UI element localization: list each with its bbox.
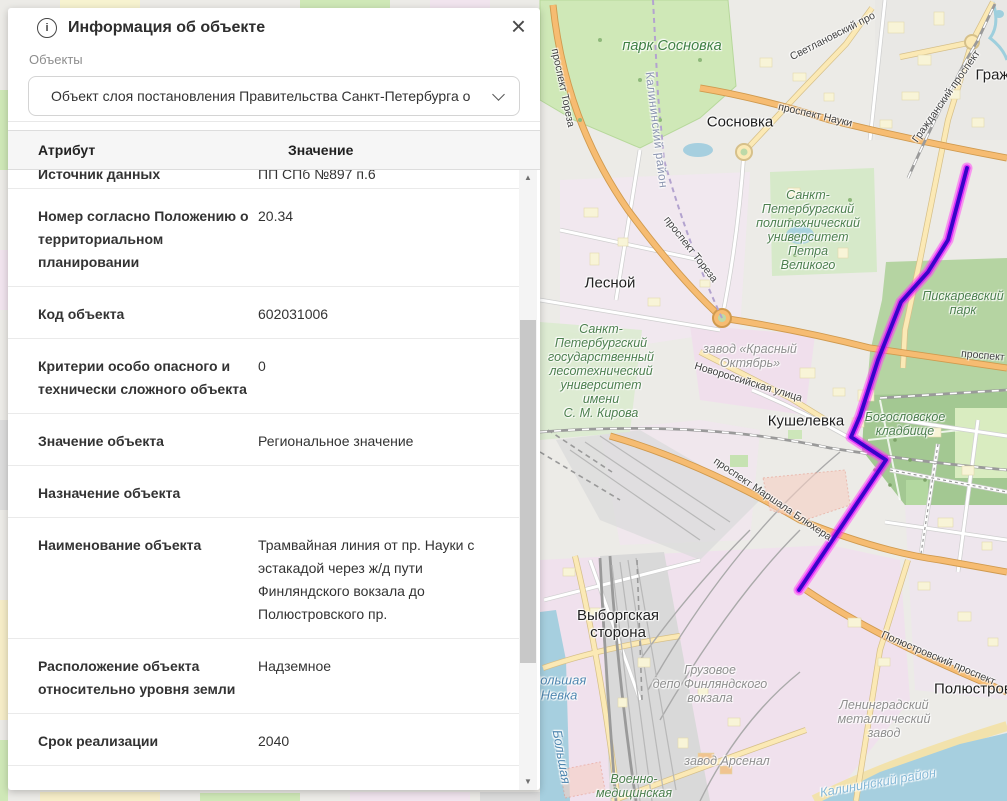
info-icon: i [37, 18, 57, 38]
scroll-up-icon[interactable]: ▲ [519, 170, 537, 186]
divider [8, 121, 540, 122]
table-row: Критерии особо опасного и технически сло… [8, 339, 519, 414]
close-icon[interactable]: × [511, 12, 526, 40]
chevron-down-icon [492, 88, 505, 101]
table-row: Назначение объекта [8, 466, 519, 518]
attribute-cell: Критерии особо опасного и технически сло… [8, 355, 258, 401]
table-row: Наименование объектаТрамвайная линия от … [8, 518, 519, 639]
attribute-cell: Код объекта [8, 303, 258, 326]
attribute-cell: Номер согласно Положению о территориальн… [8, 205, 258, 274]
table-row-clipped: Источник данныхПП СПб №897 п.6 [8, 170, 519, 189]
panel-title: Информация об объекте [68, 19, 265, 37]
layer-object-dropdown[interactable]: Объект слоя постановления Правительства … [28, 76, 520, 116]
attribute-cell: Источник данных [8, 170, 258, 188]
table-row: Номер согласно Положению о территориальн… [8, 189, 519, 287]
table-row: Срок реализации2040 [8, 714, 519, 766]
value-cell: 20.34 [258, 205, 519, 274]
object-info-panel: i Информация об объекте × Объекты Объект… [8, 8, 540, 790]
value-cell: Трамвайная линия от пр. Науки с эстакадо… [258, 534, 519, 626]
table-row: Расположение объекта относительно уровня… [8, 639, 519, 714]
value-cell: 0 [258, 355, 519, 401]
attribute-cell: Расположение объекта относительно уровня… [8, 655, 258, 701]
value-cell: 602031006 [258, 303, 519, 326]
scrollbar-thumb[interactable] [520, 320, 536, 663]
attribute-cell: Значение объекта [8, 430, 258, 453]
attribute-cell: Наименование объекта [8, 534, 258, 626]
value-cell [258, 482, 519, 505]
table-row: Код объекта602031006 [8, 287, 519, 339]
column-header-attribute: Атрибут [38, 131, 95, 169]
attribute-cell: Срок реализации [8, 730, 258, 753]
column-header-value: Значение [288, 131, 353, 169]
dropdown-value: Объект слоя постановления Правительства … [51, 77, 485, 115]
table-scrollbar[interactable]: ▲ ▼ [519, 170, 537, 790]
objects-label: Объекты [29, 52, 83, 67]
attribute-cell: Назначение объекта [8, 482, 258, 505]
value-cell: ПП СПб №897 п.6 [258, 170, 519, 188]
value-cell: Надземное [258, 655, 519, 701]
value-cell: Региональное значение [258, 430, 519, 453]
table-row: Значение объектаРегиональное значение [8, 414, 519, 466]
app-window: парк СосновкаСосновкаГраждаСветлановский… [0, 0, 1007, 801]
value-cell: 2040 [258, 730, 519, 753]
attribute-table: Источник данныхПП СПб №897 п.6Номер согл… [8, 170, 519, 780]
table-header: Атрибут Значение [8, 130, 540, 170]
scroll-down-icon[interactable]: ▼ [519, 774, 537, 790]
